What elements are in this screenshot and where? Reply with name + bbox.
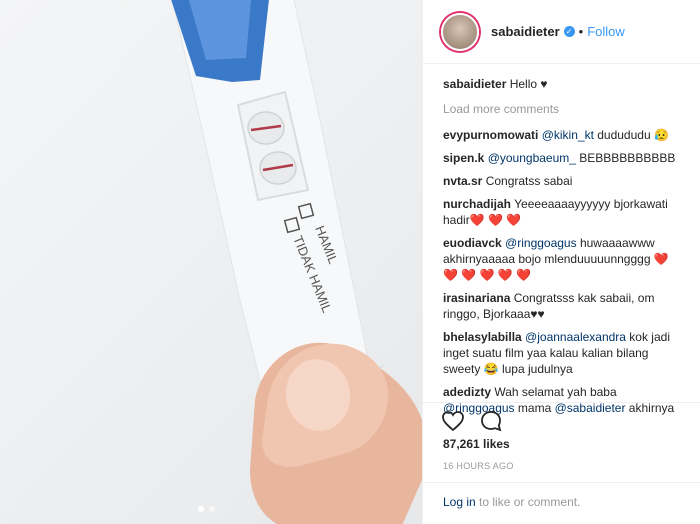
comment-username[interactable]: adedizty	[443, 385, 491, 399]
comment-item: sipen.k @youngbaeum_ BEBBBBBBBBBB	[443, 150, 682, 166]
likes-count[interactable]: 87,261 likes	[443, 437, 510, 451]
comment-username[interactable]: euodiavck	[443, 236, 502, 250]
login-rest: to like or comment.	[475, 495, 581, 509]
comment-username[interactable]: bhelasylabilla	[443, 330, 522, 344]
separator-dot: •	[578, 24, 584, 39]
comment-mention[interactable]: @joannaalexandra	[525, 330, 626, 344]
comment-text: dudududu 😥	[593, 128, 669, 142]
post-sidebar: sabaidieter ✓ • Follow sabaidieter Hello…	[422, 0, 700, 524]
comment-username[interactable]: nvta.sr	[443, 174, 482, 188]
comment-mention[interactable]: @ringgoagus	[505, 236, 577, 250]
comment-item: irasinariana Congratsss kak sabaii, om r…	[443, 290, 682, 322]
comment-mention[interactable]: @youngbaeum_	[488, 151, 576, 165]
post-header: sabaidieter ✓ • Follow	[423, 0, 700, 64]
comment-username[interactable]: sipen.k	[443, 151, 484, 165]
avatar[interactable]	[441, 12, 479, 51]
post-photo[interactable]: HAMIL TIDAK HAMIL	[0, 0, 422, 524]
caption: sabaidieter Hello ♥	[443, 76, 682, 92]
action-bar	[423, 402, 700, 439]
comment-text: Wah selamat yah baba	[494, 385, 617, 399]
login-link[interactable]: Log in	[443, 495, 476, 509]
verified-badge-icon: ✓	[563, 26, 575, 37]
post-timestamp: 16 HOURS AGO	[443, 461, 514, 471]
login-prompt: Log in to like or comment.	[423, 482, 700, 521]
comment-username[interactable]: nurchadijah	[443, 197, 511, 211]
comment-item: euodiavck @ringgoagus huwaaaawww akhirny…	[443, 235, 682, 283]
comment-username[interactable]: irasinariana	[443, 291, 510, 305]
comment-mention[interactable]: @kikin_kt	[542, 128, 594, 142]
comment-username[interactable]: evypurnomowati	[443, 128, 538, 142]
comment-item: evypurnomowati @kikin_kt dudududu 😥	[443, 127, 682, 143]
caption-text: Hello	[509, 77, 538, 91]
caption-emoji: ♥	[540, 77, 548, 91]
carousel-dot[interactable]	[209, 506, 215, 512]
comment-item: nvta.sr Congratss sabai	[443, 173, 682, 189]
carousel-dot-active[interactable]	[198, 506, 204, 512]
comment-icon[interactable]	[479, 409, 503, 433]
comment-item: bhelasylabilla @joannaalexandra kok jadi…	[443, 329, 682, 377]
pregnancy-test-image: HAMIL TIDAK HAMIL	[171, 0, 422, 524]
comment-text: Congratss sabai	[485, 174, 573, 188]
caption-username[interactable]: sabaidieter	[443, 77, 506, 91]
instagram-post: HAMIL TIDAK HAMIL sabaidieter ✓ • Follow…	[0, 0, 700, 524]
comment-item: nurchadijah Yeeeeaaaayyyyyy bjorkawati h…	[443, 196, 682, 228]
comments-list: sabaidieter Hello ♥ Load more comments e…	[423, 64, 700, 416]
load-more-comments-link[interactable]: Load more comments	[443, 101, 682, 117]
carousel-indicator	[198, 506, 215, 512]
follow-button[interactable]: Follow	[587, 24, 625, 39]
header-username[interactable]: sabaidieter	[491, 24, 560, 39]
comment-text: BEBBBBBBBBBB	[575, 151, 676, 165]
heart-icon[interactable]	[441, 409, 465, 433]
